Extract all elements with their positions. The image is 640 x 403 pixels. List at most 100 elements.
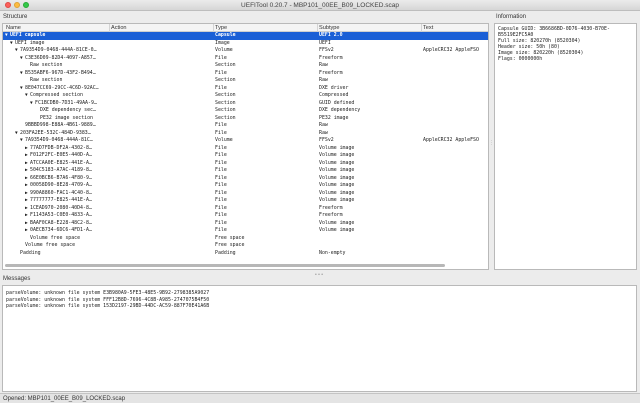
tree-row-label: F1143A53-C0E0-4833-A… xyxy=(30,212,92,218)
tree-row-label: F012F2FC-E0E5-440D-A… xyxy=(30,152,92,158)
status-text: Opened: MBP101_00EE_B09_LOCKED.scap xyxy=(3,395,126,402)
tree-row-text: AppleCRC32 AppleFSO xyxy=(423,137,479,143)
tree-row-type: File xyxy=(215,167,227,173)
vertical-splitter-handle[interactable]: ⋮ xyxy=(489,140,494,146)
column-header-action[interactable]: Action xyxy=(111,25,127,31)
tree-row-label: 9BBBD998-E88A-4B61-9889… xyxy=(25,122,96,128)
tree-row-subtype: Raw xyxy=(319,129,328,136)
tree-row-type: File xyxy=(215,144,227,151)
tree-row[interactable]: ▶ F012F2FC-E0E5-440D-A… File Volume image xyxy=(3,152,488,160)
tree-row-label: PE32 image section xyxy=(40,114,93,121)
status-bar: Opened: MBP101_00EE_B09_LOCKED.scap xyxy=(0,393,640,403)
tree-row-name: ▶ 77777777-E825-441E-A… xyxy=(3,197,107,205)
tree-row-label: Padding xyxy=(20,249,41,256)
tree-row-type: File xyxy=(215,54,227,61)
tree-row[interactable]: ▼ 203FA2EE-532C-484D-9383… File Raw xyxy=(3,130,488,138)
tree-row-type: File xyxy=(215,84,227,91)
tree-row-name: ▼ B535ABF6-967D-43F2-B494… xyxy=(3,70,107,78)
tree-row[interactable]: 9BBBD998-E88A-4B61-9889… File Raw xyxy=(3,122,488,130)
tree-row[interactable]: Raw section Section Raw xyxy=(3,62,488,70)
tree-row-name: ▶ 77AD7FDB-DF2A-4302-8… xyxy=(3,145,107,153)
tree-row[interactable]: ▶ BAAF0CA8-E228-48C2-8… File Volume image xyxy=(3,220,488,228)
tree-row[interactable]: ▼ Compressed section Section Compressed xyxy=(3,92,488,100)
tree-row-name: ▶ 66E0BCB6-B7A6-4F80-9… xyxy=(3,175,107,183)
column-header-text[interactable]: Text xyxy=(423,25,433,31)
tree-row-type: File xyxy=(215,182,227,188)
tree-row-name: ▶ 990A8860-FAC1-4C40-8… xyxy=(3,190,107,198)
horizontal-splitter-handle[interactable]: • • • xyxy=(315,272,323,278)
tree-row[interactable]: ▼ C3E36D09-82D4-4097-A857… File Freeform xyxy=(3,55,488,63)
tree-row[interactable]: ▶ 990A8860-FAC1-4C40-8… File Volume image xyxy=(3,190,488,198)
tree-row[interactable]: ▼ UEFI image Image UEFI xyxy=(3,40,488,48)
tree-row-type: File xyxy=(215,197,227,203)
tree-row-label: 7A9354D9-0468-444A-81CE-0… xyxy=(20,47,97,53)
tree-row-type: Capsule xyxy=(215,32,236,38)
tree-row[interactable]: PE32 image section Section PE32 image xyxy=(3,115,488,123)
tree-row[interactable]: ▶ ATCCAA0E-E825-441E-A… File Volume image xyxy=(3,160,488,168)
tree-row-label: 66E0BCB6-B7A6-4F80-9… xyxy=(30,174,92,181)
column-header-subtype[interactable]: Subtype xyxy=(319,25,340,31)
tree-row-label: UEFI image xyxy=(15,39,45,46)
tree-row-label: Volume free space xyxy=(25,242,76,248)
tree-row-label: FC1BCDB0-7D31-49AA-9… xyxy=(35,99,97,106)
tree-row[interactable]: ▼ 8E047CC69-29CC-4C6D-92AC… File DXE driver xyxy=(3,85,488,93)
tree-row-name: Raw section xyxy=(3,62,107,70)
title-bar: UEFITool 0.20.7 - MBP101_00EE_B09_LOCKED… xyxy=(0,0,640,11)
tree-row-name: ▼ 7A9354D9-0468-444A-81CE-0… xyxy=(3,47,107,55)
tree-row[interactable]: Volume free space Free space xyxy=(3,235,488,243)
tree-row[interactable]: ▼ B535ABF6-967D-43F2-B494… File Freeform xyxy=(3,70,488,78)
tree-row-type: File xyxy=(215,159,227,166)
column-header-name[interactable]: Name xyxy=(6,25,21,31)
tree-row[interactable]: Raw section Section Raw xyxy=(3,77,488,85)
tree-row-subtype: Freeform xyxy=(319,212,343,218)
tree-row-type: File xyxy=(215,129,227,136)
tree-row[interactable]: DXE dependency sec… Section DXE dependency xyxy=(3,107,488,115)
column-header-type[interactable]: Type xyxy=(215,25,227,31)
tree-row[interactable]: ▶ F1143A53-C0E0-4833-A… File Freeform xyxy=(3,212,488,220)
tree-row-name: ▶ F012F2FC-E0E5-440D-A… xyxy=(3,152,107,160)
info-line: Flags: 0000000h xyxy=(498,56,543,62)
tree-row-type: Volume xyxy=(215,137,233,143)
structure-tree[interactable]: Name Action Type Subtype Text ▼ UEFI caps… xyxy=(2,23,489,270)
tree-row-name: ▶ ATCCAA0E-E825-441E-A… xyxy=(3,160,107,168)
tree-row[interactable]: ▶ 1CEAD970-2080-40D4-8… File Freeform xyxy=(3,205,488,213)
tree-row-subtype: Raw xyxy=(319,122,328,128)
tree-row[interactable]: ▼ FC1BCDB0-7D31-49AA-9… Section GUID define… xyxy=(3,100,488,108)
tree-row-subtype: Non-empty xyxy=(319,249,346,256)
tree-row-type: Section xyxy=(215,77,236,83)
tree-row-subtype: Volume image xyxy=(319,144,355,151)
tree-row-type: Section xyxy=(215,92,236,98)
tree-row[interactable]: ▶ 0AECB734-6DC6-4FD1-A… File Volume image xyxy=(3,227,488,235)
tree-row-name: ▼ FC1BCDB0-7D31-49AA-9… xyxy=(3,100,107,108)
tree-row[interactable]: ▶ 77AD7FDB-DF2A-4302-8… File Volume image xyxy=(3,145,488,153)
tree-row-subtype: Volume image xyxy=(319,197,355,203)
tree-row-name: ▼ Compressed section xyxy=(3,92,107,100)
tree-row[interactable]: ▶ 00058D90-8E28-4709-A… File Volume image xyxy=(3,182,488,190)
tree-row-name: ▶ 00058D90-8E28-4709-A… xyxy=(3,182,107,190)
messages-label: Messages xyxy=(3,276,31,282)
tree-row-type: Padding xyxy=(215,249,236,256)
tree-row-subtype: DXE dependency xyxy=(319,107,361,113)
tree-row[interactable]: Volume free space Free space xyxy=(3,242,488,250)
tree-row-type: Free space xyxy=(215,242,245,248)
horizontal-scrollbar[interactable] xyxy=(5,264,445,267)
tree-row[interactable]: ▶ 504C5183-A7AC-4189-8… File Volume image xyxy=(3,167,488,175)
tree-row[interactable]: ▼ 7A9354D9-0468-444A-81CE-0… Volume FFSv2 Ap… xyxy=(3,47,488,55)
tree-row-subtype: Freeform xyxy=(319,204,343,211)
tree-row-type: Section xyxy=(215,107,236,113)
tree-row-subtype: FFSv2 xyxy=(319,47,334,53)
tree-row-name: ▶ BAAF0CA8-E228-48C2-8… xyxy=(3,220,107,228)
tree-row-subtype: Raw xyxy=(319,77,328,83)
tree-row[interactable]: ▶ 66E0BCB6-B7A6-4F80-9… File Volume image xyxy=(3,175,488,183)
tree-row-label: 504C5183-A7AC-4189-8… xyxy=(30,167,92,173)
tree-row[interactable]: ▼ 7A9354D9-0468-444A-81C… Volume FFSv2 Apple… xyxy=(3,137,488,145)
tree-row-name: ▼ 8E047CC69-29CC-4C6D-92AC… xyxy=(3,85,107,93)
tree-row-subtype: Raw xyxy=(319,62,328,68)
messages-list[interactable]: parseVolume: unknown file system E3B980A… xyxy=(2,285,637,392)
tree-row-type: Section xyxy=(215,62,236,68)
message-item[interactable]: parseVolume: unknown file system 153D219… xyxy=(6,303,633,310)
tree-row[interactable]: Padding Padding Non-empty xyxy=(3,250,488,258)
tree-row-label: UEFI capsule xyxy=(10,32,46,38)
tree-row[interactable]: ▶ 77777777-E825-441E-A… File Volume image xyxy=(3,197,488,205)
tree-row[interactable]: ▼ UEFI capsule Capsule UEFI 2.0 xyxy=(3,32,488,40)
